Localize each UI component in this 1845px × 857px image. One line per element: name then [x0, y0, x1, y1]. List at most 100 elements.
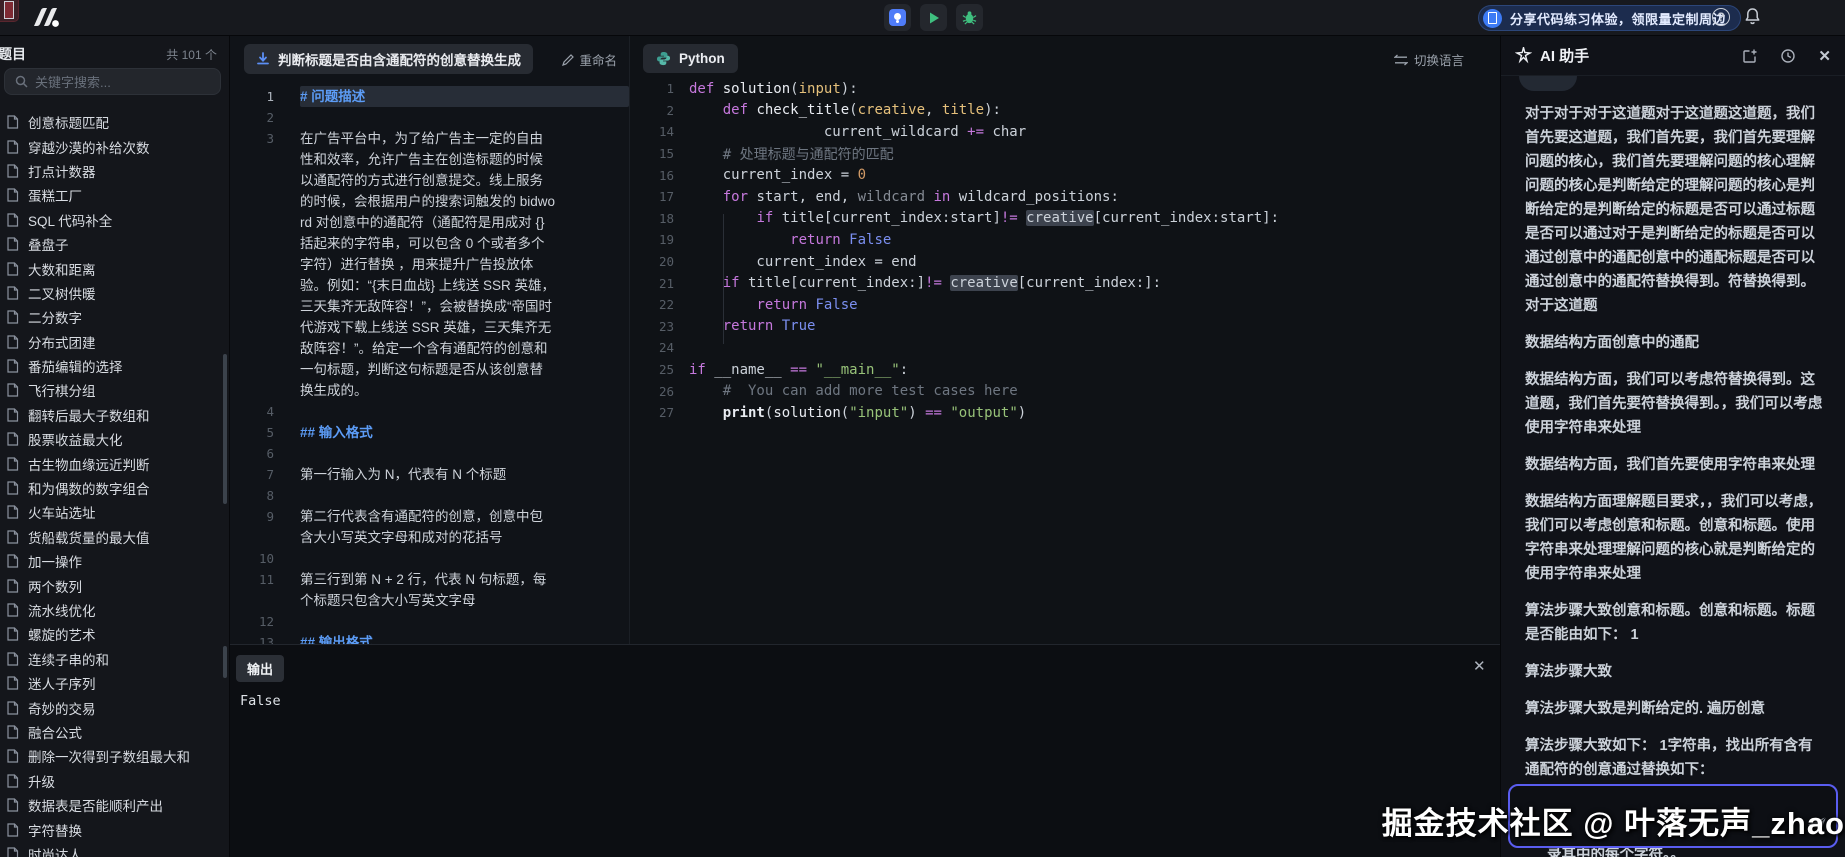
code-line[interactable]: 20 current_index = end [630, 251, 1500, 273]
sidebar-item[interactable]: 创意标题匹配 [0, 110, 229, 134]
code-line[interactable]: 16 current_index = 0 [630, 164, 1500, 186]
ai-message-paragraph: 算法步骤大致 [1525, 660, 1825, 684]
code-line-text: return False [689, 232, 891, 248]
problem-line[interactable]: 2 [230, 107, 629, 128]
sidebar-item[interactable]: 番茄编辑的选择 [0, 354, 229, 378]
language-tab[interactable]: Python [643, 44, 738, 73]
sidebar-scrollbar[interactable] [223, 354, 227, 504]
sidebar-item[interactable]: 字符替换 [0, 817, 229, 841]
sidebar-item-label: 数据表是否能顺利产出 [28, 795, 163, 815]
sidebar-item[interactable]: 流水线优化 [0, 598, 229, 622]
problem-markdown-editor[interactable]: 1# 问题描述23在广告平台中，为了给广告主一定的自由性和效率，允许广告主在创造… [230, 86, 629, 644]
code-line[interactable]: 21 if title[current_index:]!= creative[c… [630, 272, 1500, 294]
sidebar-item[interactable]: 蛋糕工厂 [0, 183, 229, 207]
sidebar-item[interactable]: 升级 [0, 769, 229, 793]
code-line[interactable]: 17 for start, end, wildcard in wildcard_… [630, 186, 1500, 208]
sidebar-item[interactable]: 穿越沙漠的补给次数 [0, 134, 229, 158]
problem-line[interactable]: 4 [230, 401, 629, 422]
sidebar-item[interactable]: 货船载货量的最大值 [0, 525, 229, 549]
code-line[interactable]: 25if __name__ == "__main__": [630, 359, 1500, 381]
sidebar-item[interactable]: 火车站选址 [0, 500, 229, 524]
problem-line[interactable]: 3在广告平台中，为了给广告主一定的自由性和效率，允许广告主在创造标题的时候以通配… [230, 128, 629, 401]
run-button[interactable] [920, 4, 947, 31]
sidebar-item[interactable]: 和为偶数的数字组合 [0, 476, 229, 500]
sidebar-item[interactable]: 叠盘子 [0, 232, 229, 256]
output-value: False [240, 693, 281, 709]
sidebar-item[interactable]: 二分数字 [0, 305, 229, 329]
sidebar-item[interactable]: 股票收益最大化 [0, 427, 229, 451]
document-icon [6, 262, 19, 276]
rename-button[interactable]: 重命名 [562, 50, 617, 69]
problem-title-tab[interactable]: 判断标题是否由含通配符的创意替换生成 [244, 44, 533, 74]
sidebar-item[interactable]: 时尚达人 [0, 842, 229, 857]
code-line[interactable]: 2 def check_title(creative, title): [630, 100, 1500, 122]
code-line[interactable]: 24 [630, 337, 1500, 359]
problem-line[interactable]: 5## 输入格式 [230, 422, 629, 443]
sidebar-item[interactable]: 古生物血缘远近判断 [0, 451, 229, 475]
line-number: 15 [630, 146, 674, 161]
code-line[interactable]: 15 # 处理标题与通配符的匹配 [630, 143, 1500, 165]
sidebar-item[interactable]: 删除一次得到子数组最大和 [0, 744, 229, 768]
output-close-icon[interactable]: ✕ [1473, 657, 1486, 675]
line-number: 21 [630, 276, 674, 291]
code-line[interactable]: 26 # You can add more test cases here [630, 380, 1500, 402]
sidebar-item[interactable]: 两个数列 [0, 573, 229, 597]
code-editor[interactable]: 1def solution(input):2 def check_title(c… [630, 78, 1500, 424]
corner-app-icon [0, 0, 19, 22]
sidebar-item[interactable]: 迷人子序列 [0, 671, 229, 695]
sidebar-item-label: 分布式团建 [28, 332, 96, 352]
promo-badge[interactable]: 分享代码练习体验，领限量定制周边 [1478, 5, 1741, 31]
code-line-text: for start, end, wildcard in wildcard_pos… [689, 189, 1119, 205]
document-icon [6, 823, 19, 837]
code-line[interactable]: 22 return False [630, 294, 1500, 316]
code-line[interactable]: 23 return True [630, 316, 1500, 338]
sidebar-item[interactable]: 加一操作 [0, 549, 229, 573]
marscode-logo-icon [30, 5, 64, 36]
problem-line[interactable]: 11第三行到第 N + 2 行，代表 N 句标题，每个标题只包含大小写英文字母 [230, 569, 629, 611]
code-line[interactable]: 14 current_wildcard += char [630, 121, 1500, 143]
sidebar-item[interactable]: 奇妙的交易 [0, 695, 229, 719]
sidebar-item[interactable]: 飞行棋分组 [0, 378, 229, 402]
line-number: 17 [630, 189, 674, 204]
sidebar-item[interactable]: 数据表是否能顺利产出 [0, 793, 229, 817]
problem-line[interactable]: 9第二行代表含有通配符的创意，创意中包含大小写英文字母和成对的花括号 [230, 506, 629, 548]
problem-line[interactable]: 1# 问题描述 [230, 86, 629, 107]
code-line[interactable]: 1def solution(input): [630, 78, 1500, 100]
problem-line[interactable]: 7第一行输入为 N，代表有 N 个标题 [230, 464, 629, 485]
code-line[interactable]: 27 print(solution("input") == "output") [630, 402, 1500, 424]
new-chat-button[interactable] [1742, 48, 1758, 64]
code-line[interactable]: 19 return False [630, 229, 1500, 251]
sidebar-item[interactable]: 打点计数器 [0, 159, 229, 183]
sidebar-item[interactable]: 大数和距离 [0, 256, 229, 280]
switch-arrows-icon [1394, 54, 1408, 66]
problem-line[interactable]: 13## 输出格式 [230, 632, 629, 644]
problem-line-text: 第三行到第 N + 2 行，代表 N 句标题，每个标题只包含大小写英文字母 [300, 569, 556, 611]
sidebar-item[interactable]: 翻转后最大子数组和 [0, 403, 229, 427]
submit-button[interactable] [884, 4, 911, 31]
sidebar-item[interactable]: 分布式团建 [0, 330, 229, 354]
sidebar-item[interactable]: 二叉树供暖 [0, 281, 229, 305]
search-input[interactable]: 关键字搜索... [4, 68, 221, 95]
problem-line[interactable]: 10 [230, 548, 629, 569]
switch-language-label: 切换语言 [1414, 50, 1464, 69]
ai-close-button[interactable]: ✕ [1818, 47, 1831, 65]
problem-line[interactable]: 12 [230, 611, 629, 632]
debug-button[interactable] [956, 4, 983, 31]
problem-line[interactable]: 6 [230, 443, 629, 464]
code-line[interactable]: 18 if title[current_index:start]!= creat… [630, 208, 1500, 230]
sidebar-item[interactable]: 螺旋的艺术 [0, 622, 229, 646]
switch-language-button[interactable]: 切换语言 [1394, 50, 1464, 69]
ai-message-paragraph: 算法步骤大致创意和标题。创意和标题。标题是否能由如下： 1 [1525, 599, 1825, 647]
problem-line[interactable]: 8 [230, 485, 629, 506]
sidebar-item[interactable]: 连续子串的和 [0, 647, 229, 671]
document-icon [6, 335, 19, 349]
document-icon [6, 140, 19, 154]
sidebar-item[interactable]: 融合公式 [0, 720, 229, 744]
sidebar-scrollbar-2[interactable] [223, 646, 227, 678]
history-button[interactable] [1780, 48, 1796, 64]
notifications-button[interactable] [1744, 7, 1761, 30]
sidebar-header: 题目 共 101 个 [0, 44, 229, 64]
output-tab[interactable]: 输出 [236, 655, 284, 682]
sidebar-item[interactable]: SQL 代码补全 [0, 208, 229, 232]
help-button[interactable]: ? [1712, 8, 1730, 26]
